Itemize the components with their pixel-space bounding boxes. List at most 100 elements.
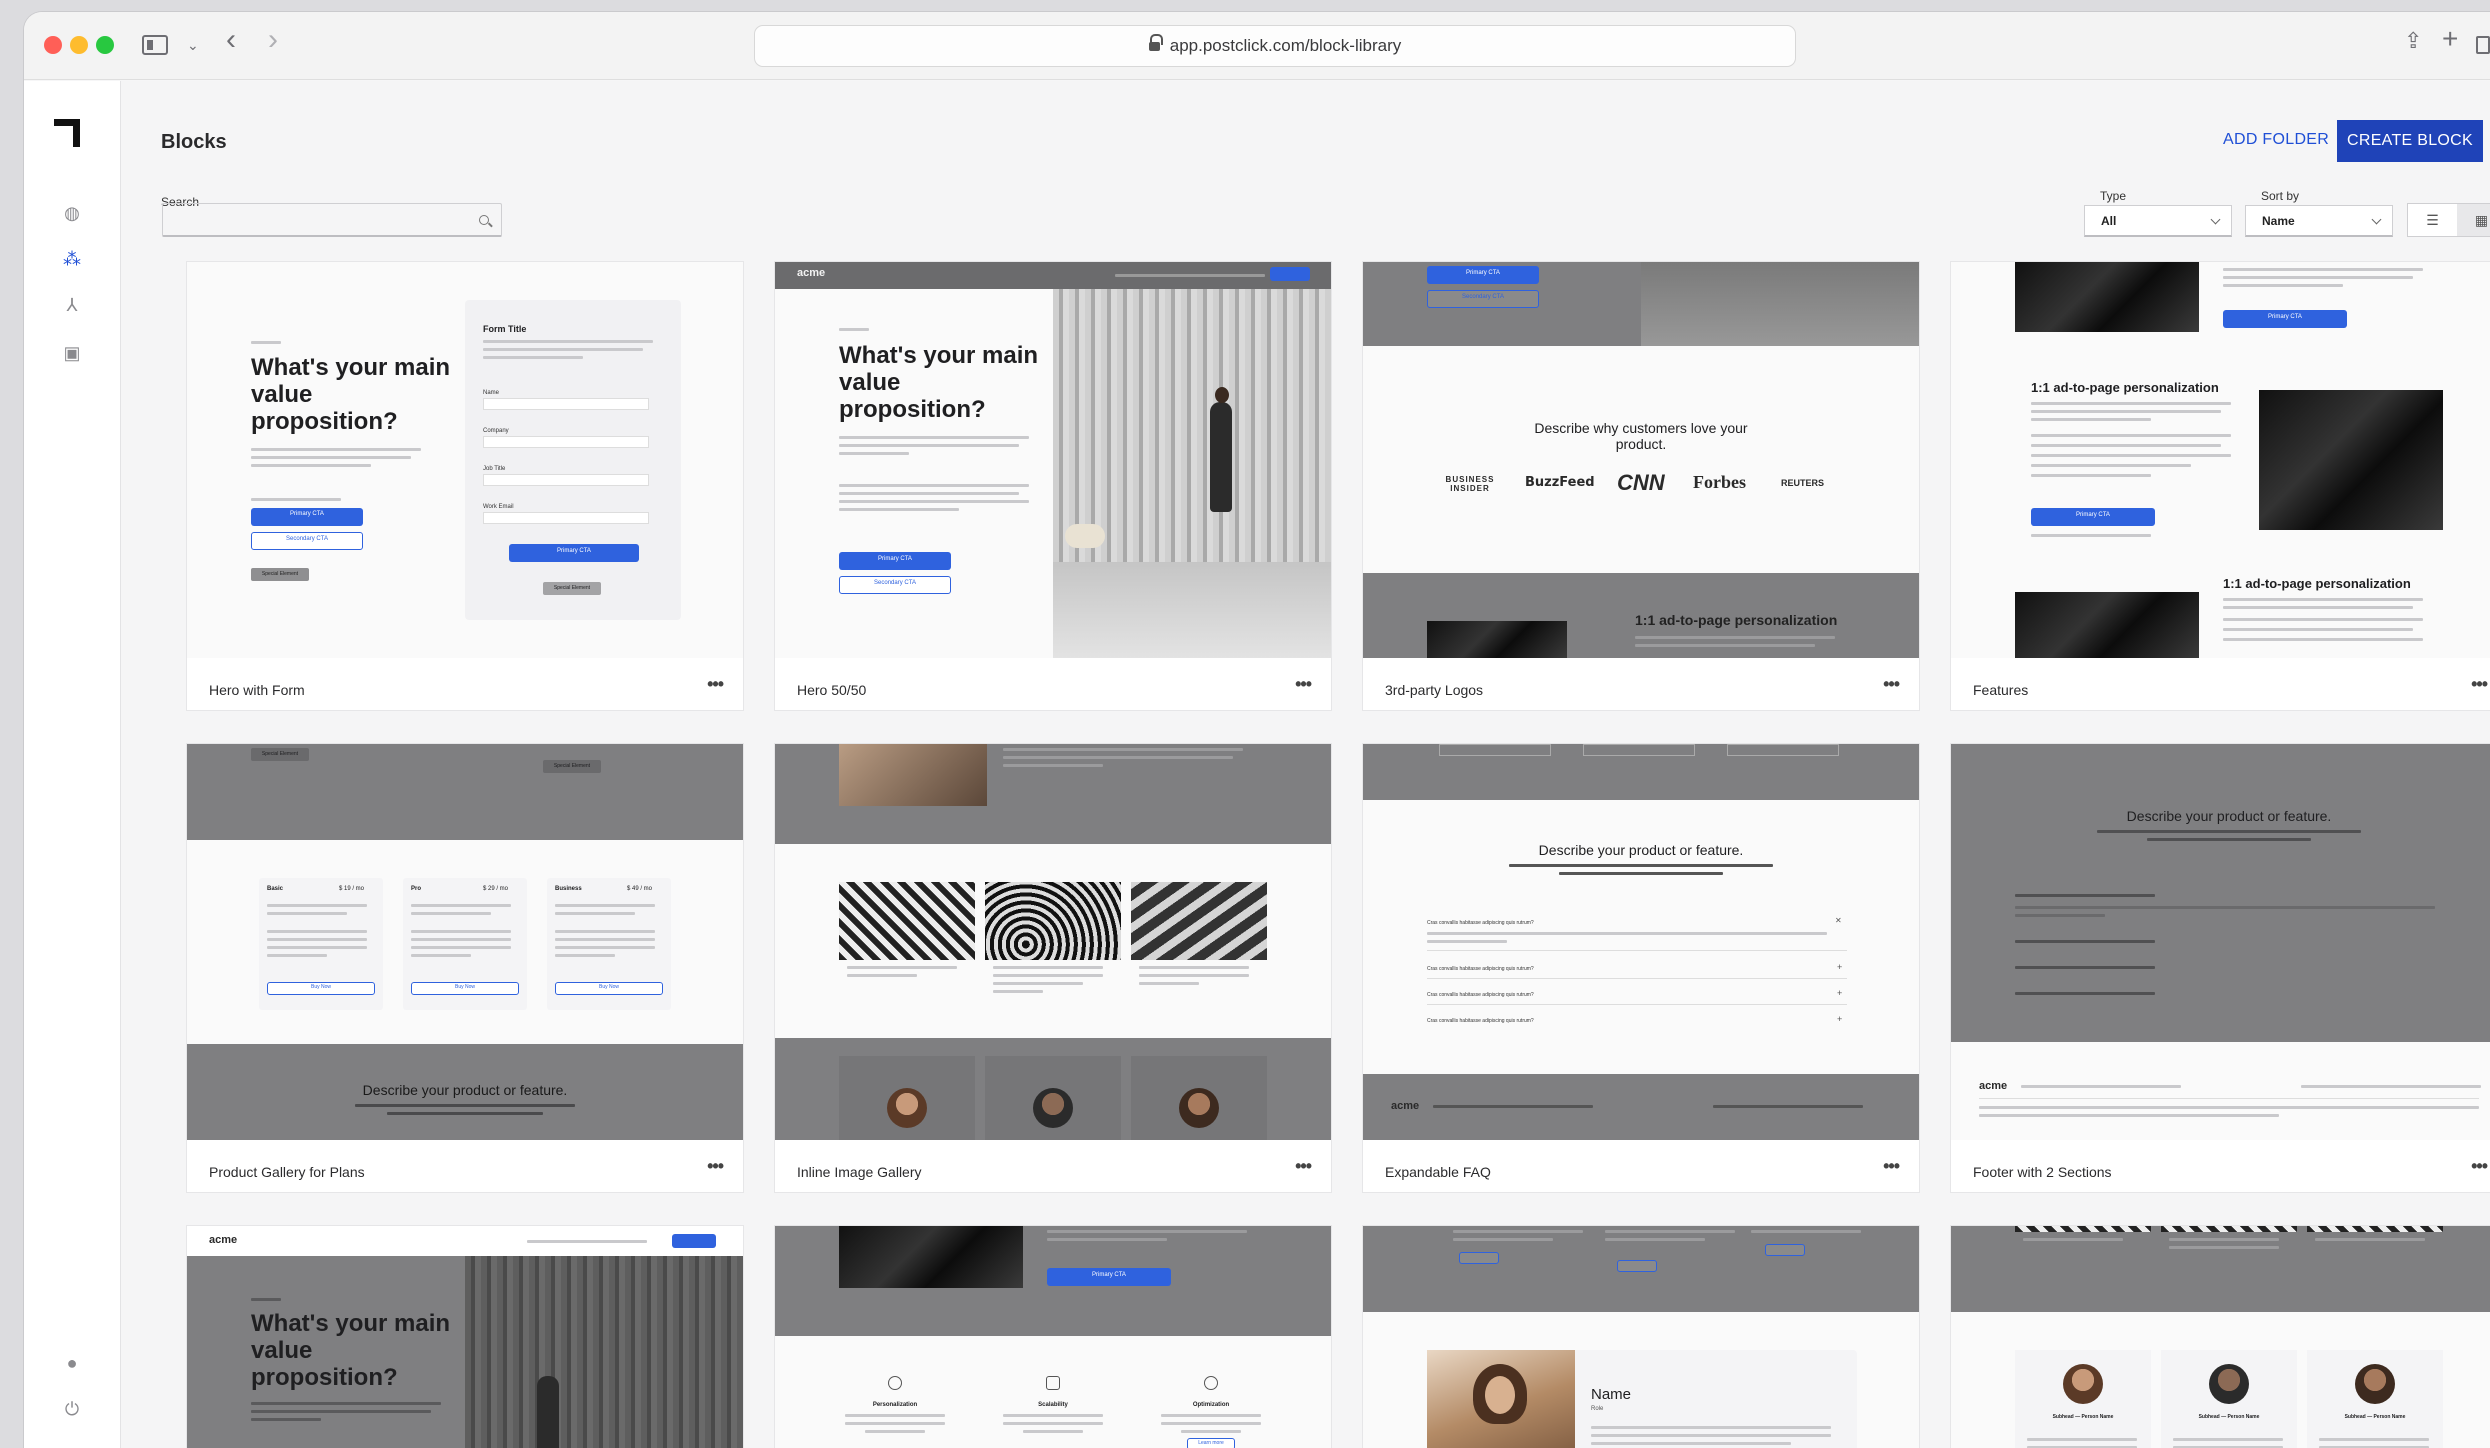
thumb-headline: Describe why customers love your product… — [1534, 420, 1748, 452]
thumb-plan-price: $ 49 / mo — [627, 886, 653, 892]
thumb-buy-button: Buy Now — [598, 984, 619, 990]
thumb-headline: What's your main value proposition? — [251, 1310, 451, 1391]
back-icon[interactable]: ‹ — [226, 25, 236, 55]
thumb-faq-question: Cras convallis habitasse adipiscing quis… — [1427, 1018, 1534, 1024]
thumb-buy-button: Buy Now — [310, 984, 331, 990]
thumb-logo: REUTERS — [1781, 478, 1825, 488]
block-card-title: Expandable FAQ — [1385, 1164, 1491, 1180]
thumb-feature-label: Scalability — [1038, 1402, 1068, 1408]
block-card[interactable]: Subhead — Person Name Subhead — Person N… — [1950, 1225, 2490, 1448]
more-options-icon[interactable]: ••• — [1295, 674, 1312, 695]
thumb-special-element: Special Element — [251, 568, 309, 581]
more-options-icon[interactable]: ••• — [1883, 674, 1900, 695]
thumb-faq-question: Cras convallis habitasse adipiscing quis… — [1427, 966, 1534, 972]
thumb-primary-cta: Primary CTA — [2076, 512, 2110, 518]
view-toggle: ☰ ▦ — [2407, 203, 2490, 237]
more-options-icon[interactable]: ••• — [1295, 1156, 1312, 1177]
media-icon[interactable]: ▣ — [62, 343, 82, 363]
thumb-headline: Describe your product or feature. — [362, 1082, 568, 1098]
more-options-icon[interactable]: ••• — [1883, 1156, 1900, 1177]
thumb-faq-question: Cras convallis habitasse adipiscing quis… — [1427, 920, 1534, 926]
forward-icon[interactable]: › — [268, 25, 278, 55]
thumb-special-element: Special Element — [543, 760, 601, 773]
block-card[interactable]: Special Element Special Element Basic $ … — [186, 743, 744, 1193]
thumb-special-element: Special Element — [251, 748, 309, 761]
thumb-brand: acme — [797, 267, 826, 279]
postclick-logo[interactable] — [54, 119, 82, 147]
plus-icon: + — [1837, 962, 1843, 972]
thumb-plan-price: $ 29 / mo — [483, 886, 509, 892]
more-options-icon[interactable]: ••• — [2471, 674, 2488, 695]
block-card[interactable]: acme What's your main value proposition? — [186, 1225, 744, 1448]
more-options-icon[interactable]: ••• — [707, 674, 724, 695]
address-bar[interactable]: app.postclick.com/block-library — [754, 25, 1796, 67]
block-card[interactable]: Primary CTA Personalization Scalability … — [774, 1225, 1332, 1448]
thumb-person-subhead: Subhead — Person Name — [2198, 1414, 2260, 1420]
blocks-icon[interactable]: ⁂ — [62, 249, 82, 269]
block-card[interactable]: Inline Image Gallery ••• — [774, 743, 1332, 1193]
search-field[interactable] — [162, 203, 502, 237]
block-card-title: Inline Image Gallery — [797, 1164, 922, 1180]
block-card[interactable]: Primary CTA 1:1 ad-to-page personalizati… — [1950, 261, 2490, 711]
zoom-window-button[interactable] — [96, 36, 114, 54]
block-thumbnail: Subhead — Person Name Subhead — Person N… — [1951, 1226, 2490, 1448]
page-title: Blocks — [161, 131, 227, 153]
block-card[interactable]: acme What's your main value proposition? — [774, 261, 1332, 711]
block-card[interactable]: Describe your product or feature. acme F… — [1950, 743, 2490, 1193]
type-select[interactable]: All — [2084, 205, 2232, 237]
block-card-title: Hero 50/50 — [797, 682, 867, 698]
main-content: Blocks ADD FOLDER CREATE BLOCK Search Ty… — [121, 81, 2490, 1448]
more-options-icon[interactable]: ••• — [707, 1156, 724, 1177]
block-thumbnail: acme What's your main value proposition? — [775, 262, 1331, 658]
list-view-icon[interactable]: ☰ — [2408, 204, 2457, 236]
thumb-plan-name: Basic — [267, 886, 284, 892]
thumb-profile-role: Role — [1591, 1406, 1604, 1412]
new-tab-icon[interactable]: + — [2442, 25, 2458, 53]
tabs-overview-icon[interactable] — [2476, 36, 2490, 54]
globe-icon[interactable]: ◍ — [62, 203, 82, 223]
block-thumbnail: Name Role — [1363, 1226, 1919, 1448]
search-input[interactable] — [163, 204, 463, 234]
thumb-feature-heading: 1:1 ad-to-page personalization — [2031, 380, 2219, 395]
thumb-special-element: Special Element — [543, 582, 601, 595]
user-icon[interactable]: ● — [62, 1353, 82, 1373]
block-card[interactable]: Name Role — [1362, 1225, 1920, 1448]
thumb-primary-cta: Primary CTA — [290, 511, 324, 517]
type-value: All — [2101, 213, 2117, 228]
chevron-down-icon — [2371, 214, 2382, 225]
create-block-button[interactable]: CREATE BLOCK — [2337, 120, 2483, 162]
close-window-button[interactable] — [44, 36, 62, 54]
thumb-secondary-cta: Secondary CTA — [1462, 294, 1504, 300]
sidebar-toggle-icon[interactable] — [142, 35, 168, 55]
block-card-title: Features — [1973, 682, 2029, 698]
thumb-headline: What's your main value proposition? — [251, 354, 451, 435]
block-card[interactable]: What's your main value proposition? Prim… — [186, 261, 744, 711]
chevron-down-icon[interactable]: ⌄ — [187, 34, 199, 56]
block-card[interactable]: Describe your product or feature. Cras c… — [1362, 743, 1920, 1193]
thumb-person-subhead: Subhead — Person Name — [2052, 1414, 2114, 1420]
block-thumbnail: Primary CTA 1:1 ad-to-page personalizati… — [1951, 262, 2490, 658]
thumb-logo: CNN — [1617, 470, 1665, 495]
share-icon[interactable]: ⇪ — [2404, 30, 2422, 52]
grid-view-icon[interactable]: ▦ — [2457, 204, 2490, 236]
thumb-feature-label: Personalization — [872, 1402, 918, 1408]
block-thumbnail: What's your main value proposition? Prim… — [187, 262, 743, 658]
thumb-field-label: Name — [483, 390, 500, 396]
block-card-title: 3rd-party Logos — [1385, 682, 1484, 698]
thumb-logo: Forbes — [1693, 472, 1746, 492]
power-icon[interactable]: ⏻ — [62, 1399, 82, 1419]
block-card[interactable]: Primary CTA Secondary CTA Describe why c… — [1362, 261, 1920, 711]
sort-filter: Sort by Name — [2245, 189, 2393, 237]
search-icon[interactable] — [479, 215, 489, 225]
thumb-primary-cta: Primary CTA — [878, 556, 912, 562]
add-folder-button[interactable]: ADD FOLDER — [2223, 131, 2329, 149]
thumb-form-cta: Primary CTA — [557, 548, 591, 554]
thumb-plan-price: $ 19 / mo — [339, 886, 365, 892]
experiment-icon[interactable]: ⅄ — [62, 295, 82, 315]
minimize-window-button[interactable] — [70, 36, 88, 54]
thumb-headline: Describe your product or feature. — [1538, 842, 1744, 858]
sort-select[interactable]: Name — [2245, 205, 2393, 237]
plus-icon: + — [1837, 1014, 1843, 1024]
more-options-icon[interactable]: ••• — [2471, 1156, 2488, 1177]
sort-value: Name — [2262, 213, 2295, 228]
